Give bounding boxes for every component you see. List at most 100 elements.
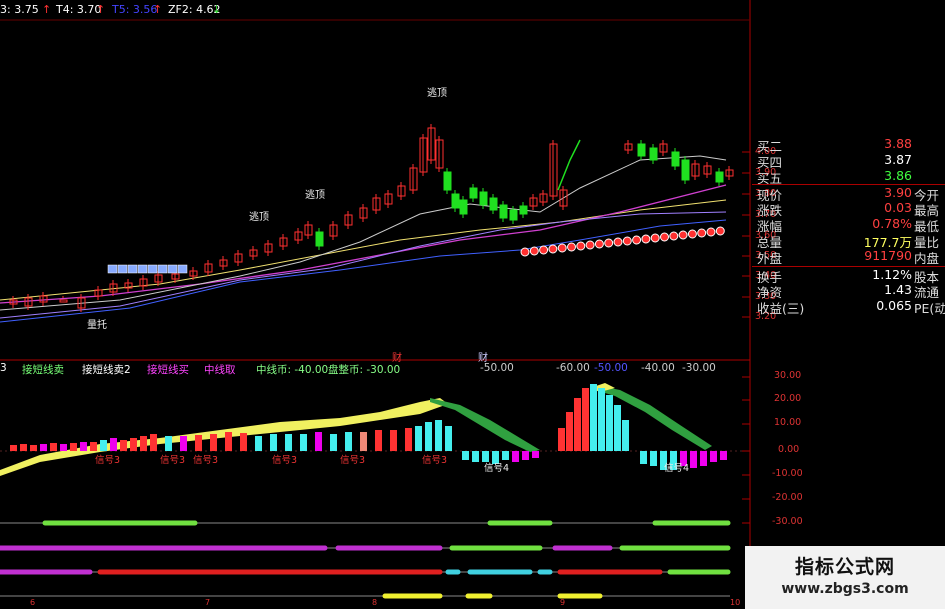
marker-box bbox=[117, 264, 128, 274]
t3-value: 3: 3.75 bbox=[0, 3, 39, 16]
quote-right-label: PE(动 bbox=[914, 301, 945, 316]
quote-panel: 买二 3.88 买四 3.87 买五 3.86 现价 3.90 今开 涨跌 0.03 最高 涨… bbox=[752, 136, 945, 346]
candlestick bbox=[637, 143, 646, 157]
signal-bands bbox=[0, 520, 731, 599]
indicator-bar bbox=[512, 451, 519, 462]
date-tick: 7 bbox=[205, 598, 211, 607]
indicator-bar bbox=[30, 445, 37, 451]
candlestick bbox=[671, 151, 680, 167]
marker-dot bbox=[548, 244, 558, 254]
indicator-item: -50.00 bbox=[480, 362, 514, 374]
indicator-bar bbox=[330, 434, 337, 451]
date-tick: 6 bbox=[30, 598, 36, 607]
t5-value: T5: 3.56 bbox=[112, 3, 158, 16]
indicator-bar bbox=[140, 436, 147, 451]
marker-dot bbox=[567, 242, 576, 252]
indicator-tick: 30.00 bbox=[774, 370, 802, 381]
candlestick bbox=[479, 191, 488, 206]
marker-dot bbox=[687, 229, 697, 239]
indicator-tick: 20.00 bbox=[774, 393, 802, 404]
indicator-bar bbox=[522, 451, 529, 460]
indicator-topbar: 3: 3.75 ↑ T4: 3.70 ↑ T5: 3.56 ↑ ZF2: 4.6… bbox=[0, 0, 945, 20]
quote-value: 0.065 bbox=[876, 298, 912, 313]
indicator-item: 接短线卖2 bbox=[82, 364, 131, 376]
marker-dot bbox=[557, 243, 567, 253]
watermark-url: www.zbgs3.com bbox=[781, 581, 909, 597]
marker-dot bbox=[576, 241, 586, 251]
marker-dot bbox=[697, 228, 707, 238]
marker-dot bbox=[706, 227, 716, 237]
escape-top-label: 逃顶 bbox=[427, 88, 447, 99]
quote-row: 净资 1.43 流通 bbox=[752, 282, 945, 300]
indicator-bar bbox=[345, 432, 352, 451]
indicator-bar bbox=[690, 451, 697, 468]
candlestick bbox=[469, 187, 478, 199]
indicator-bar bbox=[558, 428, 565, 451]
signal-label: 信号3 bbox=[95, 455, 121, 466]
signal-label: 信号3 bbox=[272, 455, 298, 466]
marker-dot bbox=[669, 231, 679, 241]
marker-dot bbox=[632, 235, 642, 245]
indicator-bar bbox=[120, 440, 127, 451]
marker-dot bbox=[715, 226, 725, 236]
indicator-bar bbox=[622, 420, 629, 451]
marker-dot bbox=[520, 247, 530, 257]
signal-label: 信号4 bbox=[664, 463, 690, 474]
indicator-item: -30.00 bbox=[682, 362, 716, 374]
indicator-bar bbox=[435, 420, 442, 451]
indicator-bar bbox=[700, 451, 707, 466]
marker-box bbox=[127, 264, 138, 274]
quote-row: 涨幅 0.78% 最低 bbox=[752, 216, 945, 234]
indicator-tick: -20.00 bbox=[772, 492, 803, 503]
marker-dot bbox=[660, 232, 669, 242]
indicator-bar bbox=[574, 398, 581, 451]
signal-label: 信号3 bbox=[340, 455, 366, 466]
indicator-bar bbox=[315, 432, 322, 451]
marker-dot bbox=[641, 234, 651, 244]
indicator-bar bbox=[445, 426, 452, 451]
indicator-bar bbox=[650, 451, 657, 466]
marker-dot bbox=[539, 245, 549, 255]
indicator-bar bbox=[606, 395, 613, 451]
price-spike bbox=[557, 139, 581, 191]
quote-row: 涨跌 0.03 最高 bbox=[752, 200, 945, 218]
candlesticks bbox=[9, 124, 734, 312]
t3-arrow: ↑ bbox=[42, 3, 52, 16]
zf2-arrow: ↓ bbox=[212, 3, 222, 16]
quote-row: 买四 3.87 bbox=[752, 152, 945, 170]
indicator-bar bbox=[80, 442, 87, 451]
indicator-bar bbox=[240, 433, 247, 451]
indicator-item: 接短线买 bbox=[147, 364, 189, 376]
indicator-bar bbox=[462, 451, 469, 460]
signal-label: 信号3 bbox=[160, 455, 186, 466]
quote-value: 3.86 bbox=[884, 168, 912, 183]
indicator-bar bbox=[90, 442, 97, 451]
indicator-bar bbox=[60, 444, 67, 451]
indicator-bar bbox=[10, 445, 17, 451]
quote-row: 外盘 911790 内盘 bbox=[752, 248, 945, 266]
indicator-bar bbox=[720, 451, 727, 460]
marker-dot bbox=[622, 236, 632, 246]
candlestick bbox=[489, 197, 498, 211]
indicator-bar bbox=[130, 438, 137, 451]
indicator-item: 中线取 bbox=[204, 364, 236, 376]
quote-value: 0.78% bbox=[872, 216, 912, 231]
quote-value: 3.90 bbox=[884, 185, 912, 200]
marker-box bbox=[157, 264, 168, 274]
quote-row: 买五 3.86 bbox=[752, 168, 945, 186]
quote-value: 3.87 bbox=[884, 152, 912, 167]
date-tick: 9 bbox=[560, 598, 566, 607]
marker-box bbox=[167, 264, 178, 274]
signal-label: 信号3 bbox=[193, 455, 219, 466]
indicator-bar bbox=[566, 412, 573, 451]
marker-dot bbox=[613, 237, 623, 247]
indicator-item: 接短线卖 bbox=[22, 364, 64, 376]
indicator-bar bbox=[270, 434, 277, 451]
indicator-tick: 10.00 bbox=[774, 417, 802, 428]
t4-value: T4: 3.70 bbox=[56, 3, 102, 16]
indicator-bar bbox=[20, 444, 27, 451]
indicator-bar bbox=[590, 384, 597, 451]
quote-label: 外盘 bbox=[757, 251, 783, 266]
quote-value: 1.43 bbox=[884, 282, 912, 297]
candlestick bbox=[451, 193, 460, 209]
